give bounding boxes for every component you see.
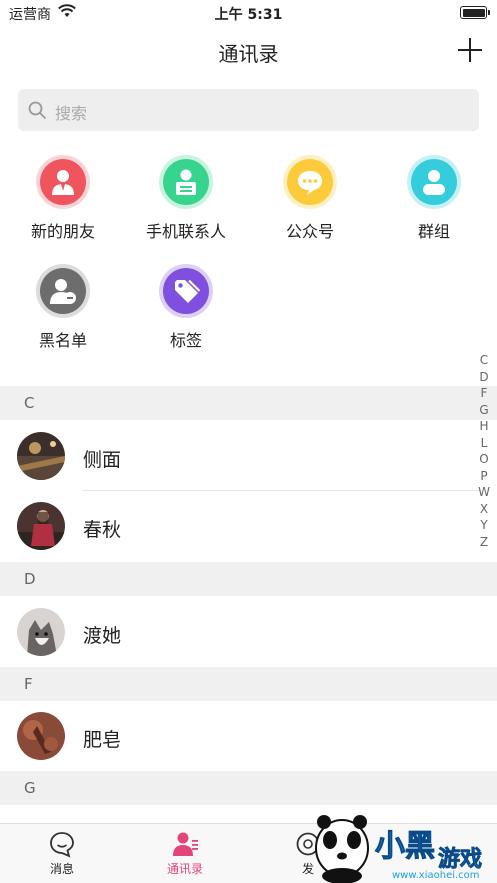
contact-row[interactable]: 渡她 <box>0 597 480 667</box>
tab-label: 消息 <box>49 862 74 876</box>
tag-icon <box>175 279 201 303</box>
func-label: 手机联系人 <box>145 222 226 241</box>
phone-contacts-button[interactable]: 手机联系人 <box>126 155 246 242</box>
func-label: 黑名单 <box>38 331 87 350</box>
svg-text:小黑: 小黑 <box>375 829 435 864</box>
index-letter[interactable]: P <box>477 468 491 485</box>
official-account-button[interactable]: 公众号 <box>250 155 370 242</box>
avatar <box>17 432 65 480</box>
blacklist-button[interactable]: 黑名单 <box>3 264 123 351</box>
new-friend-icon <box>52 170 74 195</box>
func-label: 群组 <box>417 222 450 241</box>
clock: 上午 5:31 <box>214 7 283 23</box>
new-friend-button[interactable]: 新的朋友 <box>3 155 123 242</box>
section-header-c: C <box>0 386 497 420</box>
section-header-g: G <box>0 771 497 805</box>
contact-row[interactable]: 侧面 <box>0 421 480 491</box>
section-letter: F <box>24 675 33 693</box>
svg-text:www.xiaohei.com: www.xiaohei.com <box>392 870 480 881</box>
contact-row[interactable]: 春秋 <box>0 491 480 561</box>
contacts-icon <box>173 832 198 856</box>
func-label: 标签 <box>169 331 202 350</box>
index-letter[interactable]: L <box>477 435 491 452</box>
tab-messages[interactable]: 消息 <box>22 830 102 877</box>
contact-name: 肥皂 <box>83 729 122 751</box>
section-letter: C <box>24 394 35 412</box>
index-letter[interactable]: C <box>477 352 491 369</box>
alphabet-index[interactable]: C D F G H L O P W X Y Z <box>477 352 491 550</box>
page-title: 通讯录 <box>218 42 279 66</box>
tab-contacts[interactable]: 通讯录 <box>145 830 225 877</box>
contact-row[interactable]: 肥皂 <box>0 701 480 771</box>
group-button[interactable]: 群组 <box>374 155 494 242</box>
tag-button[interactable]: 标签 <box>126 264 246 351</box>
search-icon <box>28 101 46 119</box>
contact-name: 渡她 <box>83 625 122 647</box>
index-letter[interactable]: X <box>477 501 491 518</box>
func-label: 新的朋友 <box>30 222 95 241</box>
message-icon <box>50 832 74 858</box>
phone-contacts-icon <box>176 169 196 195</box>
index-letter[interactable]: H <box>477 418 491 435</box>
battery-icon <box>460 6 490 19</box>
blacklist-icon <box>50 279 76 304</box>
plus-icon[interactable] <box>458 38 482 62</box>
section-letter: G <box>24 779 36 797</box>
index-letter[interactable]: W <box>477 484 491 501</box>
section-header-d: D <box>0 562 497 596</box>
index-letter[interactable]: Y <box>477 517 491 534</box>
index-letter[interactable]: F <box>477 385 491 402</box>
watermark-logo: 小黑 游戏 www.xiaohei.com <box>315 815 482 883</box>
nav-bar: 通讯录 <box>0 26 497 76</box>
search-input[interactable]: 搜索 <box>18 89 479 131</box>
avatar <box>17 608 65 656</box>
svg-text:游戏: 游戏 <box>438 846 482 872</box>
contact-name: 春秋 <box>83 519 122 541</box>
index-letter[interactable]: G <box>477 402 491 419</box>
group-icon <box>423 170 445 195</box>
section-letter: D <box>24 570 36 588</box>
avatar <box>17 712 65 760</box>
avatar <box>17 502 65 550</box>
section-header-f: F <box>0 667 497 701</box>
contact-name: 侧面 <box>83 449 122 471</box>
search-placeholder: 搜索 <box>55 104 88 123</box>
index-letter[interactable]: O <box>477 451 491 468</box>
official-account-icon <box>298 171 322 195</box>
func-label: 公众号 <box>285 222 334 241</box>
tab-label: 通讯录 <box>166 862 203 876</box>
index-letter[interactable]: D <box>477 369 491 386</box>
status-bar: 运营商 上午 5:31 <box>0 0 497 26</box>
index-letter[interactable]: Z <box>477 534 491 551</box>
